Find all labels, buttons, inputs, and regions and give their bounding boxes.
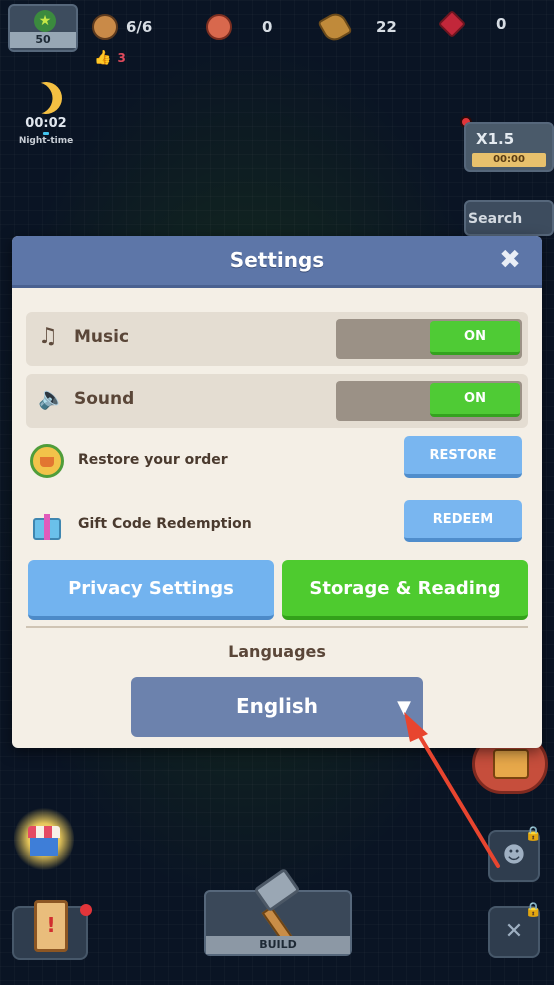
annotation-arrow <box>404 712 500 868</box>
